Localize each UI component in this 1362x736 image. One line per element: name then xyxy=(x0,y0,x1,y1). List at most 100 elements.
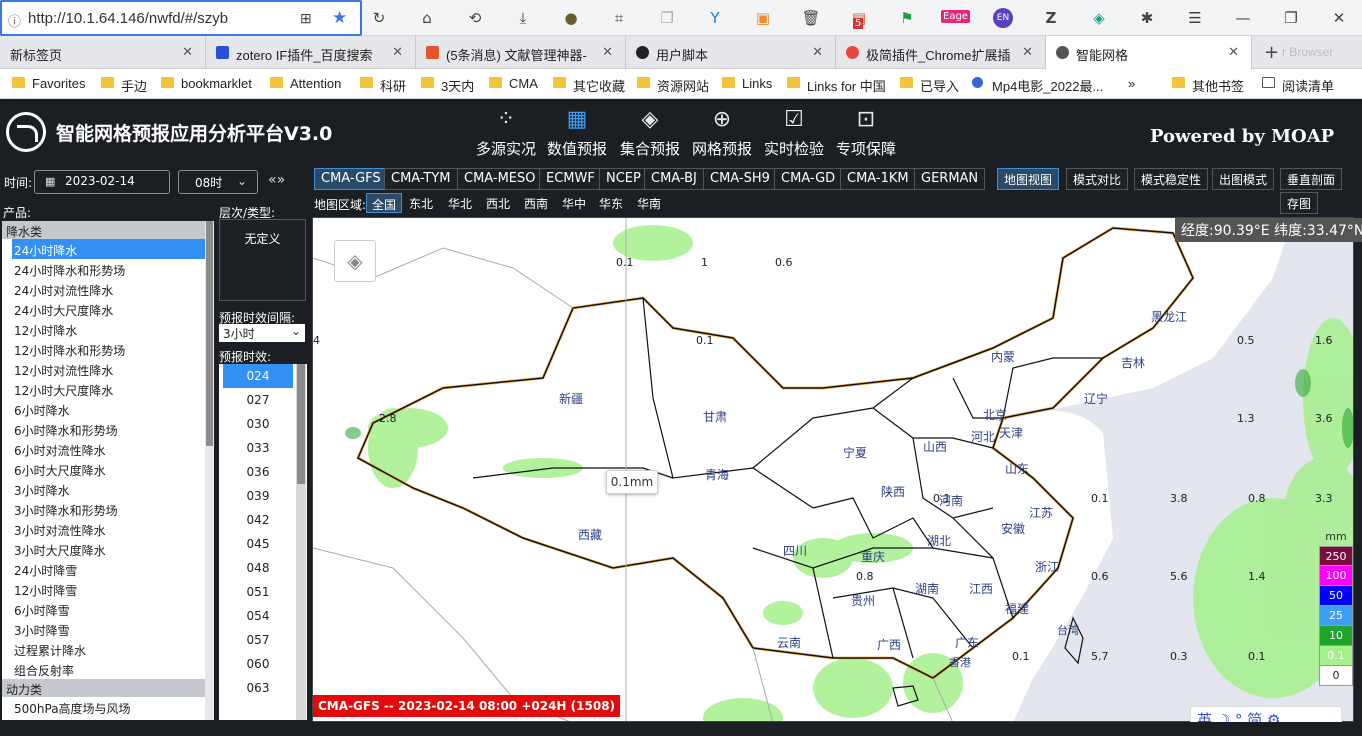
region-central[interactable]: 华中 xyxy=(557,193,591,213)
model-german[interactable]: GERMAN xyxy=(914,168,986,190)
download-icon[interactable]: ⤓ xyxy=(512,8,534,28)
list-item[interactable]: 033 xyxy=(223,436,293,460)
address-bar[interactable]: ⓘ http://10.1.64.146/nwfd/#/szyb ⊞ ★ xyxy=(0,0,362,36)
z-extension-icon[interactable]: Z xyxy=(1040,8,1062,28)
list-item[interactable]: 6小时对流性降水 xyxy=(2,439,214,459)
list-item[interactable]: 24小时大尺度降水 xyxy=(2,299,214,319)
bookmark-3days[interactable]: 3天内 xyxy=(421,76,474,95)
list-item[interactable]: 24小时对流性降水 xyxy=(2,279,214,299)
nav-special[interactable]: ⊡ 专项保障 xyxy=(831,108,901,159)
list-item[interactable]: 12小时降雪 xyxy=(2,579,214,599)
model-cma-1km[interactable]: CMA-1KM xyxy=(840,168,916,190)
model-ecmwf[interactable]: ECMWF xyxy=(539,168,602,190)
bookmark-shoubian[interactable]: 手边 xyxy=(101,76,147,95)
list-item[interactable]: 12小时降水和形势场 xyxy=(2,339,214,359)
trash-icon[interactable]: 🗑 xyxy=(800,8,822,28)
view-map[interactable]: 地图视图 xyxy=(997,168,1060,190)
minimize-icon[interactable]: — xyxy=(1232,8,1254,28)
list-item[interactable]: 6小时降水和形势场 xyxy=(2,419,214,439)
region-national[interactable]: 全国 xyxy=(366,193,403,213)
list-item[interactable]: 500hPa高度场与风场 xyxy=(2,697,214,717)
close-tab-icon[interactable]: ✕ xyxy=(182,44,193,60)
list-item[interactable]: 过程累计降水 xyxy=(2,639,214,659)
puzzle-icon[interactable]: ✱ xyxy=(1136,8,1158,28)
product-list[interactable]: 降水类 24小时降水 24小时降水和形势场 24小时对流性降水 24小时大尺度降… xyxy=(2,221,214,720)
list-item[interactable]: 048 xyxy=(223,556,293,580)
view-output[interactable]: 出图模式 xyxy=(1212,168,1275,190)
scrollbar-thumb[interactable] xyxy=(206,221,213,446)
close-tab-icon[interactable]: ✕ xyxy=(602,44,613,60)
list-item[interactable]: 057 xyxy=(223,628,293,652)
reload-icon[interactable]: ↻ xyxy=(368,8,390,28)
list-item[interactable]: 3小时对流性降水 xyxy=(2,519,214,539)
close-tab-icon[interactable]: ✕ xyxy=(812,44,823,60)
model-cma-meso[interactable]: CMA-MESO xyxy=(457,168,543,190)
more-bookmarks-chevron[interactable]: » xyxy=(1128,76,1135,91)
bookmark-resources[interactable]: 资源网站 xyxy=(637,76,709,95)
bookmark-other-collections[interactable]: 其它收藏 xyxy=(553,76,625,95)
list-item[interactable]: 042 xyxy=(223,508,293,532)
tab-extensions[interactable]: 极简插件_Chrome扩展插 ✕ xyxy=(836,36,1046,69)
model-cma-gd[interactable]: CMA-GD xyxy=(774,168,843,190)
list-item[interactable]: 054 xyxy=(223,604,293,628)
save-image-button[interactable]: 存图 xyxy=(1280,192,1319,214)
close-window-icon[interactable]: ✕ xyxy=(1328,8,1350,28)
list-item[interactable]: 051 xyxy=(223,580,293,604)
region-northwest[interactable]: 西北 xyxy=(481,193,515,213)
region-east[interactable]: 华东 xyxy=(594,193,628,213)
close-tab-icon[interactable]: ✕ xyxy=(1228,44,1239,60)
list-item[interactable]: 6小时降雪 xyxy=(2,599,214,619)
list-item[interactable]: 063 xyxy=(223,676,293,700)
view-compare[interactable]: 模式对比 xyxy=(1066,168,1129,190)
interval-select[interactable]: 3小时 ⌄ xyxy=(219,324,305,342)
nav-grid-forecast[interactable]: ⊕ 网格预报 xyxy=(687,108,757,159)
region-northeast[interactable]: 东北 xyxy=(404,193,438,213)
translate-en-badge[interactable]: EN xyxy=(993,8,1013,28)
nav-verification[interactable]: ☑ 实时检验 xyxy=(759,108,829,159)
list-item[interactable]: 24小时降雪 xyxy=(2,559,214,579)
history-icon[interactable]: ⟲ xyxy=(464,8,486,28)
new-tab-plus-icon[interactable]: + xyxy=(1264,42,1279,63)
tab-baidu-search[interactable]: zotero IF插件_百度搜索 ✕ xyxy=(206,36,416,69)
eage-extension-badge[interactable]: Eage xyxy=(941,10,970,23)
region-southwest[interactable]: 西南 xyxy=(519,193,553,213)
layer-value[interactable]: 无定义 xyxy=(244,232,280,246)
timestep-list[interactable]: 024 027 030 033 036 039 042 045 048 051 … xyxy=(219,364,307,720)
close-tab-icon[interactable]: ✕ xyxy=(392,44,403,60)
date-picker[interactable]: ▦ 2023-02-14 xyxy=(34,170,170,194)
list-item[interactable]: 6小时降水 xyxy=(2,399,214,419)
list-item[interactable]: 024 xyxy=(223,364,293,388)
bookmark-imported[interactable]: 已导入 xyxy=(900,76,959,95)
close-tab-icon[interactable]: ✕ xyxy=(1022,44,1033,60)
timestep-scrollbar[interactable] xyxy=(296,364,306,720)
tab-csdn[interactable]: (5条消息) 文献管理神器- ✕ xyxy=(416,36,626,69)
home-icon[interactable]: ⌂ xyxy=(416,8,438,28)
list-item[interactable]: 027 xyxy=(223,388,293,412)
list-item[interactable]: 045 xyxy=(223,532,293,556)
extension-globe-icon[interactable]: ● xyxy=(560,8,582,28)
scrollbar-thumb[interactable] xyxy=(297,364,305,484)
view-vertical-section[interactable]: 垂直剖面 xyxy=(1280,168,1343,190)
bookmark-research[interactable]: 科研 xyxy=(360,76,406,95)
copy-icon[interactable]: ❐ xyxy=(656,8,678,28)
list-item[interactable]: 3小时降水 xyxy=(2,479,214,499)
list-item[interactable]: 组合反射率 xyxy=(2,659,214,679)
bookmark-other[interactable]: 其他书签 xyxy=(1172,76,1244,95)
bookmark-cma[interactable]: CMA xyxy=(489,76,538,91)
view-stability[interactable]: 模式稳定性 xyxy=(1134,168,1209,190)
bookmark-bookmarklet[interactable]: bookmarklet xyxy=(161,76,252,91)
list-item[interactable]: 036 xyxy=(223,460,293,484)
product-scrollbar[interactable] xyxy=(205,221,214,720)
reading-list[interactable]: 阅读清单 xyxy=(1262,76,1334,95)
list-item[interactable]: 3小时降雪 xyxy=(2,619,214,639)
list-item[interactable]: 060 xyxy=(223,652,293,676)
layers-toggle-button[interactable]: ◈ xyxy=(334,240,376,282)
list-item[interactable]: 12小时对流性降水 xyxy=(2,359,214,379)
model-cma-tym[interactable]: CMA-TYM xyxy=(384,168,458,190)
list-item[interactable]: 3小时大尺度降水 xyxy=(2,539,214,559)
model-cma-bj[interactable]: CMA-BJ xyxy=(644,168,704,190)
bookmark-attention[interactable]: Attention xyxy=(270,76,341,91)
crop-icon[interactable]: ⌗ xyxy=(608,8,630,28)
list-item[interactable]: 24小时降水和形势场 xyxy=(2,259,214,279)
bookmark-mp4[interactable]: Mp4电影_2022最... xyxy=(972,76,1103,95)
